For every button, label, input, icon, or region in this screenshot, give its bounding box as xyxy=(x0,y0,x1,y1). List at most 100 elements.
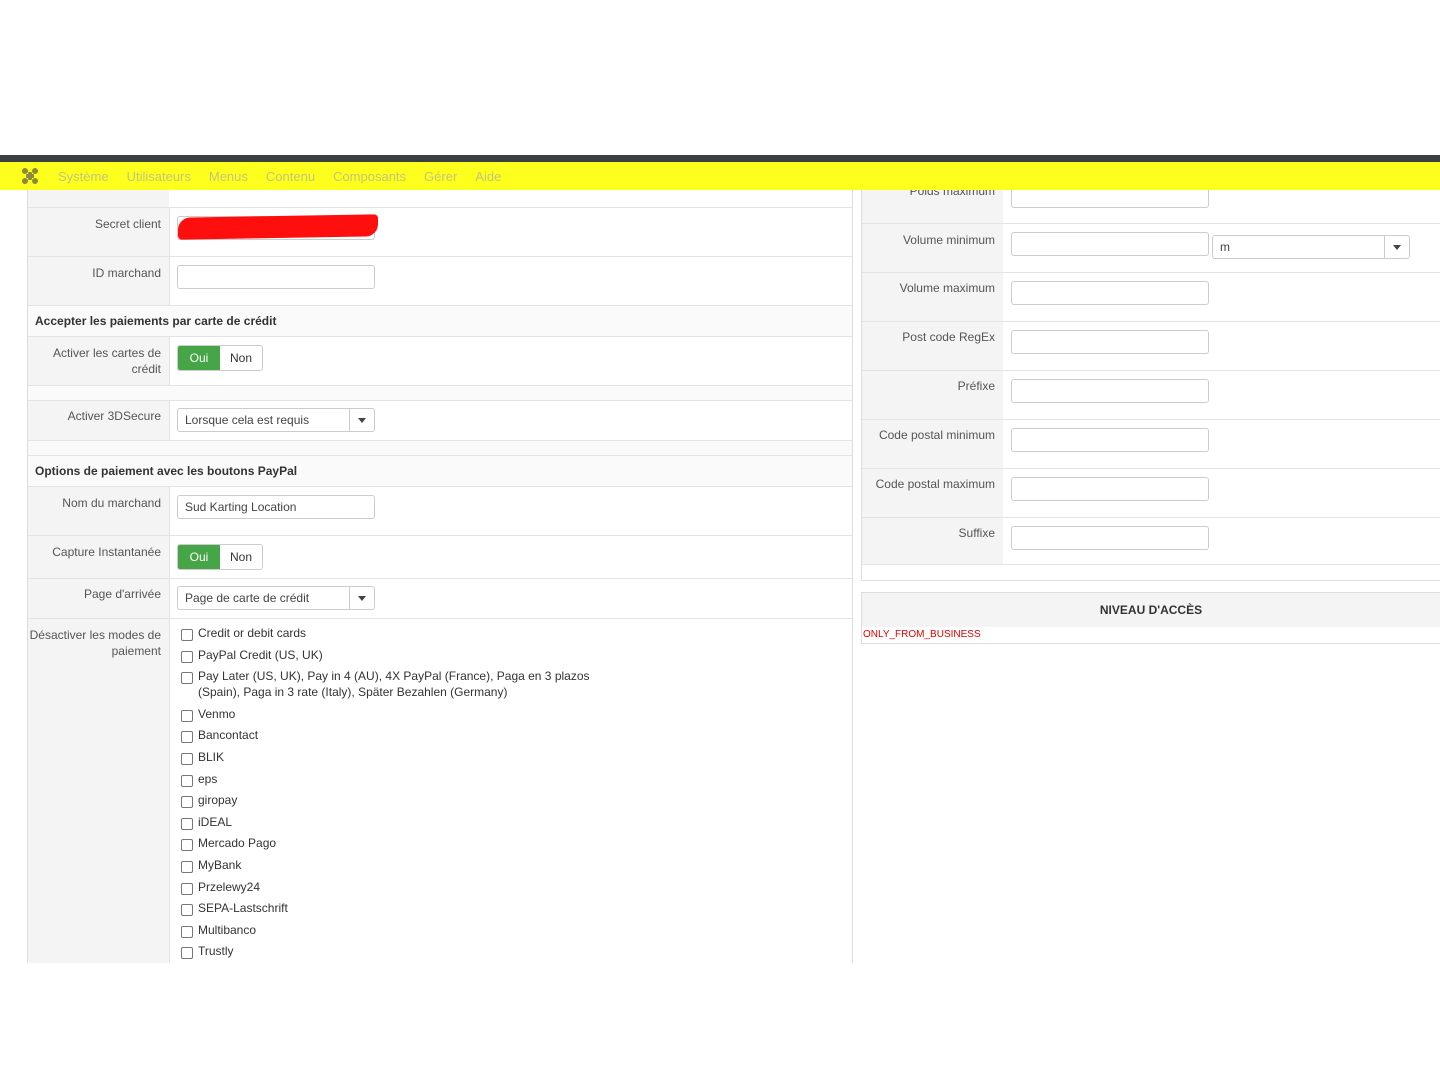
method-item[interactable]: PayPal Credit (US, UK) xyxy=(181,647,601,663)
merchant-name-input[interactable]: Sud Karting Location xyxy=(177,495,375,519)
checkbox[interactable] xyxy=(181,925,193,938)
method-item[interactable]: Credit or debit cards xyxy=(181,625,601,641)
menu-composants[interactable]: Composants xyxy=(333,169,406,184)
enable-cards-label: Activer les cartes de crédit xyxy=(52,346,161,376)
enable-3ds-select[interactable]: Lorsque cela est requis xyxy=(177,408,375,432)
row-enable-cards: Activer les cartes de crédit Oui Non xyxy=(28,337,852,386)
merchant-id-label: ID marchand xyxy=(92,266,161,280)
volume-max-label: Volume maximum xyxy=(899,281,995,295)
method-item[interactable]: eps xyxy=(181,771,601,787)
access-level-value: ONLY_FROM_BUSINESS xyxy=(863,629,981,640)
row-volume-min: Volume minimum m xyxy=(862,224,1440,273)
paypal-section-title: Options de paiement avec les boutons Pay… xyxy=(28,455,852,487)
postcode-regex-input[interactable] xyxy=(1011,330,1209,354)
chevron-down-icon xyxy=(1384,236,1409,258)
volume-min-label: Volume minimum xyxy=(902,233,995,247)
row-instant-capture: Capture Instantanée Oui Non xyxy=(28,536,852,579)
row-secret-client: Secret client xyxy=(28,208,852,257)
enable-cards-no[interactable]: Non xyxy=(220,346,262,370)
row-merchant-id: ID marchand xyxy=(28,257,852,306)
row-merchant-name: Nom du marchand Sud Karting Location xyxy=(28,487,852,536)
access-level-panel: NIVEAU D'ACCÈS ONLY_FROM_BUSINESS xyxy=(861,592,1440,644)
suffix-input[interactable] xyxy=(1011,526,1209,550)
shipping-settings-panel: Poids maximum Volume minimum m Volume ma… xyxy=(861,190,1440,581)
menu-contenu[interactable]: Contenu xyxy=(266,169,315,184)
instant-capture-no[interactable]: Non xyxy=(220,545,262,569)
method-item[interactable]: Trustly xyxy=(181,943,601,960)
checkbox[interactable] xyxy=(181,752,193,765)
landing-page-value: Page de carte de crédit xyxy=(185,591,310,605)
row-postcode-regex: Post code RegEx xyxy=(862,322,1440,371)
enable-cards-yes[interactable]: Oui xyxy=(178,346,220,370)
menu-systeme[interactable]: Système xyxy=(58,169,109,184)
checkbox[interactable] xyxy=(181,839,193,852)
method-item[interactable]: iDEAL xyxy=(181,814,601,830)
access-level-title: NIVEAU D'ACCÈS xyxy=(862,592,1440,627)
checkbox[interactable] xyxy=(181,774,193,787)
method-item[interactable]: Mercado Pago xyxy=(181,835,601,852)
volume-unit-value: m xyxy=(1220,240,1230,254)
row-3dsecure: Activer 3DSecure Lorsque cela est requis xyxy=(28,401,852,441)
joomla-icon[interactable] xyxy=(20,166,40,186)
checkbox[interactable] xyxy=(181,709,193,722)
volume-min-input[interactable] xyxy=(1011,232,1209,256)
spacer-row xyxy=(28,386,852,401)
instant-capture-label: Capture Instantanée xyxy=(52,545,161,559)
credit-card-section-title: Accepter les paiements par carte de créd… xyxy=(28,305,852,337)
row-weight-max: Poids maximum xyxy=(862,190,1440,224)
checkbox[interactable] xyxy=(181,629,193,641)
method-item[interactable]: Przelewy24 xyxy=(181,879,601,895)
spacer-row-2 xyxy=(28,441,852,455)
checkbox[interactable] xyxy=(181,817,193,830)
checkbox[interactable] xyxy=(181,860,193,873)
weight-max-input[interactable] xyxy=(1011,190,1209,208)
payment-methods-list: Credit or debit cards PayPal Credit (US,… xyxy=(181,625,601,965)
method-item[interactable]: giropay xyxy=(181,792,601,809)
enable-3ds-value: Lorsque cela est requis xyxy=(185,413,310,427)
enable-cards-toggle: Oui Non xyxy=(177,345,263,371)
checkbox[interactable] xyxy=(181,882,193,895)
menu-gerer[interactable]: Gérer xyxy=(424,169,457,184)
clipped-row xyxy=(28,190,852,208)
row-landing-page: Page d'arrivée Page de carte de crédit xyxy=(28,579,852,619)
method-item[interactable]: Bancontact xyxy=(181,727,601,744)
merchant-id-input[interactable] xyxy=(177,265,375,289)
instant-capture-yes[interactable]: Oui xyxy=(178,545,220,569)
chevron-down-icon xyxy=(349,587,374,609)
row-postcode-max: Code postal maximum xyxy=(862,469,1440,518)
method-item[interactable]: Venmo xyxy=(181,706,601,722)
method-item[interactable]: SEPA-Lastschrift xyxy=(181,900,601,917)
prefix-input[interactable] xyxy=(1011,379,1209,403)
suffix-label: Suffixe xyxy=(958,526,995,540)
chevron-down-icon xyxy=(349,409,374,431)
volume-unit-select[interactable]: m xyxy=(1212,235,1410,259)
disable-methods-label: Désactiver les modes de paiement xyxy=(29,628,161,658)
menu-menus[interactable]: Menus xyxy=(209,169,248,184)
method-item[interactable]: MyBank xyxy=(181,857,601,873)
landing-page-label: Page d'arrivée xyxy=(83,587,161,601)
row-volume-max: Volume maximum xyxy=(862,273,1440,322)
checkbox[interactable] xyxy=(181,796,193,809)
checkbox[interactable] xyxy=(181,947,193,960)
postcode-max-label: Code postal maximum xyxy=(875,477,995,491)
checkbox[interactable] xyxy=(181,650,193,663)
checkbox[interactable] xyxy=(181,672,193,685)
checkbox[interactable] xyxy=(181,731,193,744)
menu-utilisateurs[interactable]: Utilisateurs xyxy=(127,169,191,184)
postcode-regex-label: Post code RegEx xyxy=(902,330,995,344)
volume-max-input[interactable] xyxy=(1011,281,1209,305)
checkbox[interactable] xyxy=(181,904,193,917)
weight-max-label: Poids maximum xyxy=(909,190,995,198)
row-suffix: Suffixe xyxy=(862,518,1440,565)
instant-capture-toggle: Oui Non xyxy=(177,544,263,570)
landing-page-select[interactable]: Page de carte de crédit xyxy=(177,586,375,610)
redaction-mark xyxy=(178,214,378,240)
row-prefix: Préfixe xyxy=(862,371,1440,420)
method-item[interactable]: Multibanco xyxy=(181,922,601,938)
method-item[interactable]: Pay Later (US, UK), Pay in 4 (AU), 4X Pa… xyxy=(181,668,601,700)
postcode-min-label: Code postal minimum xyxy=(878,428,995,442)
postcode-min-input[interactable] xyxy=(1011,428,1209,452)
menu-aide[interactable]: Aide xyxy=(475,169,501,184)
postcode-max-input[interactable] xyxy=(1011,477,1209,501)
method-item[interactable]: BLIK xyxy=(181,749,601,765)
